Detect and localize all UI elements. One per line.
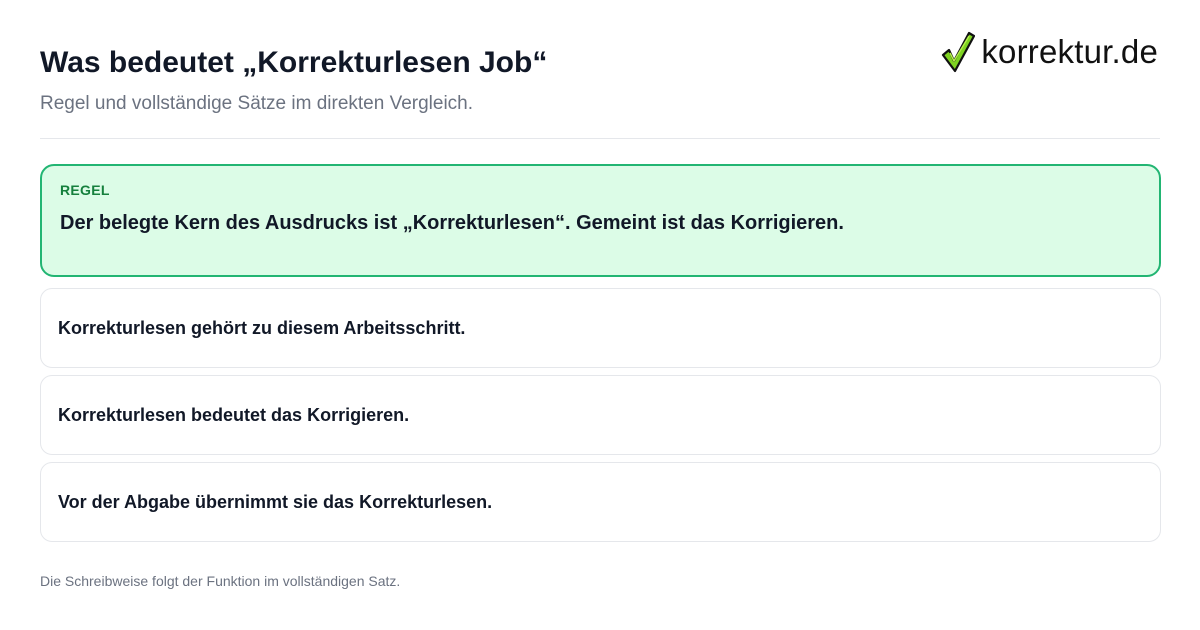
logo-text: korrektur.de bbox=[981, 33, 1158, 70]
example-text: Korrekturlesen bedeutet das Korrigieren. bbox=[58, 404, 410, 425]
example-sentence-1: Korrekturlesen gehört zu diesem Arbeitss… bbox=[40, 288, 1161, 368]
page: Was bedeutet „Korrekturlesen Job“ Regel … bbox=[0, 0, 1200, 630]
logo[interactable]: korrektur.de bbox=[941, 30, 1158, 74]
page-subtitle: Regel und vollständige Sätze im direkten… bbox=[40, 93, 474, 114]
check-icon bbox=[942, 31, 976, 73]
example-sentence-3: Vor der Abgabe übernimmt sie das Korrekt… bbox=[40, 462, 1161, 542]
rule-box: REGEL Der belegte Kern des Ausdrucks ist… bbox=[40, 164, 1161, 277]
rule-label: REGEL bbox=[60, 182, 110, 198]
header: Was bedeutet „Korrekturlesen Job“ Regel … bbox=[40, 0, 1160, 139]
footer-note: Die Schreibweise folgt der Funktion im v… bbox=[40, 573, 401, 589]
example-text: Korrekturlesen gehört zu diesem Arbeitss… bbox=[58, 317, 466, 338]
rule-text: Der belegte Kern des Ausdrucks ist „Korr… bbox=[60, 212, 844, 234]
example-sentence-2: Korrekturlesen bedeutet das Korrigieren. bbox=[40, 375, 1161, 455]
page-title: Was bedeutet „Korrekturlesen Job“ bbox=[40, 46, 548, 79]
example-text: Vor der Abgabe übernimmt sie das Korrekt… bbox=[58, 491, 493, 512]
